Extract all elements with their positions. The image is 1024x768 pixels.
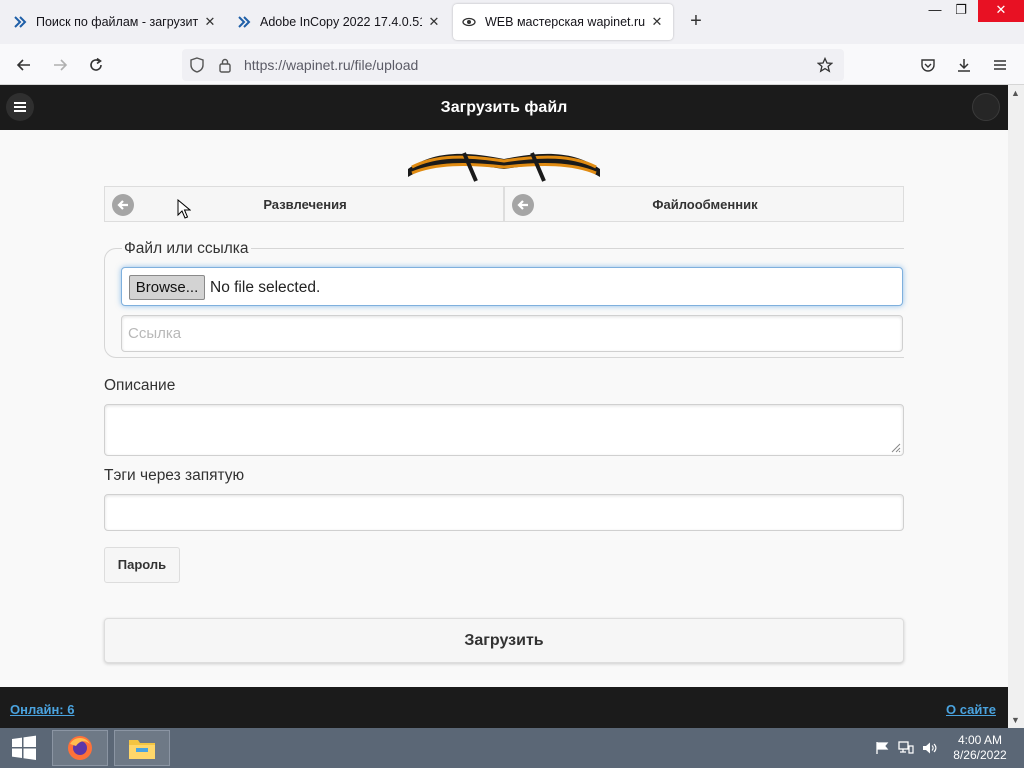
password-button[interactable]: Пароль: [104, 547, 180, 583]
browser-tab-search[interactable]: Поиск по файлам - загрузить ✕: [4, 4, 226, 40]
windows-logo-icon: [12, 735, 36, 760]
double-chevron-icon: [236, 14, 252, 30]
url-text: https://wapinet.ru/file/upload: [244, 57, 419, 73]
firefox-icon: [68, 736, 92, 760]
tab-title: Поиск по файлам - загрузить: [36, 15, 198, 29]
close-icon[interactable]: ✕: [202, 14, 218, 30]
upload-button[interactable]: Загрузить: [104, 618, 904, 663]
shield-icon[interactable]: [188, 56, 206, 74]
description-textarea[interactable]: [104, 404, 904, 456]
navigation-bar: https://wapinet.ru/file/upload: [0, 44, 1024, 85]
back-icon[interactable]: [11, 52, 37, 78]
link-input[interactable]: Ссылка: [121, 315, 903, 352]
file-explorer-taskbar-button[interactable]: [114, 730, 170, 766]
window-close-button[interactable]: ✕: [978, 0, 1024, 22]
no-file-selected-text: No file selected.: [210, 279, 321, 296]
file-input[interactable]: Browse... No file selected.: [121, 267, 903, 306]
resize-handle-icon[interactable]: [889, 441, 901, 453]
system-clock[interactable]: 4:00 AM 8/26/2022: [950, 733, 1010, 763]
restore-button[interactable]: ❐: [946, 0, 976, 22]
new-tab-button[interactable]: +: [684, 10, 708, 34]
about-site-link[interactable]: О сайте: [946, 702, 996, 717]
hamburger-menu-icon[interactable]: [987, 52, 1013, 78]
pocket-icon[interactable]: [915, 52, 941, 78]
browse-button[interactable]: Browse...: [129, 275, 205, 300]
breadcrumb: Развлечения Файлообменник: [104, 186, 904, 222]
close-icon[interactable]: ✕: [426, 14, 442, 30]
tab-title: Adobe InCopy 2022 17.4.0.51 Re: [260, 15, 422, 29]
tab-strip: Поиск по файлам - загрузить ✕ Adobe InCo…: [0, 0, 1024, 44]
mouse-cursor-icon: [177, 199, 191, 219]
reload-icon[interactable]: [83, 52, 109, 78]
clock-date: 8/26/2022: [953, 748, 1007, 762]
browser-tab-wapinet[interactable]: WEB мастерская wapinet.ru - З ✕: [453, 4, 673, 40]
loading-indicator: [972, 93, 1000, 121]
breadcrumb-label: Развлечения: [263, 197, 347, 212]
description-label: Описание: [104, 377, 176, 394]
taskbar: 4:00 AM 8/26/2022: [0, 728, 1024, 768]
tab-title: WEB мастерская wapinet.ru - З: [485, 15, 645, 29]
page-viewport: Загрузить файл Развлечения Файлообменник…: [0, 85, 1008, 728]
lock-icon[interactable]: [216, 56, 234, 74]
folder-icon: [129, 740, 155, 759]
double-chevron-icon: [12, 14, 28, 30]
firefox-taskbar-button[interactable]: [52, 730, 108, 766]
forward-icon[interactable]: [47, 52, 73, 78]
browser-tab-incopy[interactable]: Adobe InCopy 2022 17.4.0.51 Re ✕: [228, 4, 450, 40]
volume-icon[interactable]: [922, 740, 938, 756]
vertical-scrollbar[interactable]: ▲ ▼: [1008, 85, 1024, 728]
breadcrumb-entertainment[interactable]: Развлечения: [104, 186, 504, 222]
eye-favicon-icon: [461, 14, 477, 30]
page-title: Загрузить файл: [440, 99, 568, 116]
flag-icon[interactable]: [874, 740, 890, 756]
network-icon[interactable]: [898, 740, 914, 756]
address-bar[interactable]: https://wapinet.ru/file/upload: [182, 49, 844, 81]
scroll-down-icon[interactable]: ▼: [1011, 715, 1020, 725]
close-icon[interactable]: ✕: [649, 14, 665, 30]
tags-label: Тэги через запятую: [104, 467, 245, 484]
start-button[interactable]: [0, 728, 48, 768]
tags-input[interactable]: [104, 494, 904, 531]
online-count-link[interactable]: Онлайн: 6: [10, 702, 74, 717]
star-bookmark-icon[interactable]: [816, 56, 834, 74]
breadcrumb-label: Файлообменник: [652, 197, 758, 212]
breadcrumb-file-exchange[interactable]: Файлообменник: [504, 186, 904, 222]
scroll-up-icon[interactable]: ▲: [1011, 88, 1020, 98]
st-george-ribbon-logo: [408, 152, 600, 182]
clock-time: 4:00 AM: [957, 733, 1003, 747]
file-or-link-legend: Файл или ссылка: [122, 240, 251, 258]
page-footer: Онлайн: 6 О сайте: [0, 687, 1008, 728]
page-header: Загрузить файл: [0, 85, 1008, 130]
download-icon[interactable]: [951, 52, 977, 78]
